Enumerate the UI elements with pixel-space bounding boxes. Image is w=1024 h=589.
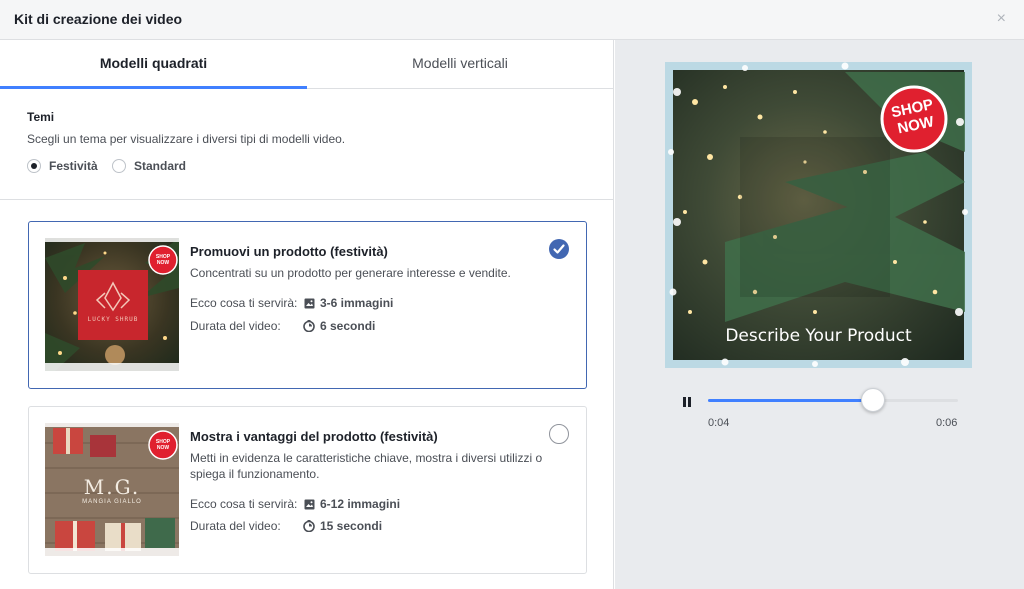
progress-handle[interactable] bbox=[861, 388, 885, 412]
section-divider bbox=[0, 199, 613, 200]
thumbnail-logo-text: LUCKY SHRUB bbox=[87, 316, 139, 323]
template-card-product-benefits[interactable]: M.G. MANGIA GIALLO SHOP NOW Mostra i van… bbox=[28, 406, 587, 574]
theme-radio-label: Festività bbox=[49, 159, 98, 173]
duration-label: Durata del video: bbox=[190, 319, 281, 333]
image-icon bbox=[302, 497, 316, 511]
template-tabs: Modelli quadrati Modelli verticali bbox=[0, 40, 613, 89]
theme-radio-label: Standard bbox=[134, 159, 187, 173]
pause-icon[interactable] bbox=[681, 395, 693, 409]
requirements-label: Ecco cosa ti servirà: bbox=[190, 497, 298, 511]
duration-value: 15 secondi bbox=[320, 519, 383, 533]
close-icon[interactable]: × bbox=[997, 10, 1006, 28]
thumbnail-logo-subtext: MANGIA GIALLO bbox=[82, 499, 142, 505]
template-panel: Modelli quadrati Modelli verticali Temi … bbox=[0, 40, 614, 589]
timer-icon bbox=[302, 519, 316, 533]
timer-icon bbox=[302, 319, 316, 333]
thumbnail-shop-badge: SHOP NOW bbox=[155, 254, 171, 266]
template-thumbnail: LUCKY SHRUB SHOP NOW bbox=[45, 238, 179, 371]
template-title: Promuovi un prodotto (festività) bbox=[190, 244, 388, 259]
preview-caption: Describe Your Product bbox=[725, 326, 912, 346]
tab-square-templates[interactable]: Modelli quadrati bbox=[0, 40, 307, 89]
radio-circle-selected[interactable] bbox=[27, 159, 41, 173]
video-preview[interactable]: SHOP NOW Describe Your Product bbox=[665, 62, 972, 368]
template-card-promote-product[interactable]: LUCKY SHRUB SHOP NOW Promuovi un prodott… bbox=[28, 221, 587, 389]
requirements-label: Ecco cosa ti servirà: bbox=[190, 296, 298, 310]
tab-vertical-templates[interactable]: Modelli verticali bbox=[307, 40, 613, 88]
themes-label: Temi bbox=[27, 110, 55, 124]
template-title: Mostra i vantaggi del prodotto (festivit… bbox=[190, 429, 438, 444]
duration-value: 6 secondi bbox=[320, 319, 376, 333]
video-progress-slider[interactable] bbox=[708, 388, 958, 412]
template-description: Concentrati su un prodotto per generare … bbox=[190, 266, 511, 280]
thumbnail-logo-text: M.G. bbox=[83, 475, 141, 499]
theme-radio-holidays[interactable]: Festività bbox=[27, 157, 98, 175]
template-requirements: Ecco cosa ti servirà: 6-12 immagini bbox=[190, 497, 400, 511]
video-player-controls: 0:04 0:06 bbox=[675, 388, 975, 430]
template-duration: Durata del video: 6 secondi bbox=[190, 319, 375, 333]
template-description: Metti in evidenza le caratteristiche chi… bbox=[190, 451, 543, 481]
thumbnail-shop-badge: SHOP NOW bbox=[155, 439, 171, 451]
dialog-title: Kit di creazione dei video bbox=[14, 11, 183, 27]
template-duration: Durata del video: 15 secondi bbox=[190, 519, 382, 533]
themes-section: Temi Scegli un tema per visualizzare i d… bbox=[27, 110, 587, 175]
theme-radio-standard[interactable]: Standard bbox=[112, 157, 186, 175]
radio-circle[interactable] bbox=[112, 159, 126, 173]
template-thumbnail: M.G. MANGIA GIALLO SHOP NOW bbox=[45, 423, 179, 556]
checkmark-icon[interactable] bbox=[549, 239, 569, 259]
themes-description: Scegli un tema per visualizzare i divers… bbox=[27, 132, 346, 146]
duration-label: Durata del video: bbox=[190, 519, 281, 533]
requirements-value: 6-12 immagini bbox=[320, 497, 401, 511]
select-radio[interactable] bbox=[549, 424, 569, 444]
dialog-header: Kit di creazione dei video × bbox=[0, 0, 1024, 40]
progress-fill bbox=[708, 399, 873, 402]
total-time: 0:06 bbox=[936, 417, 958, 429]
preview-panel: SHOP NOW Describe Your Product 0:04 0:06 bbox=[615, 40, 1024, 589]
requirements-value: 3-6 immagini bbox=[320, 296, 394, 310]
theme-radio-group: Festività Standard bbox=[27, 157, 587, 175]
current-time: 0:04 bbox=[708, 417, 730, 429]
image-icon bbox=[302, 296, 316, 310]
template-requirements: Ecco cosa ti servirà: 3-6 immagini bbox=[190, 296, 393, 310]
